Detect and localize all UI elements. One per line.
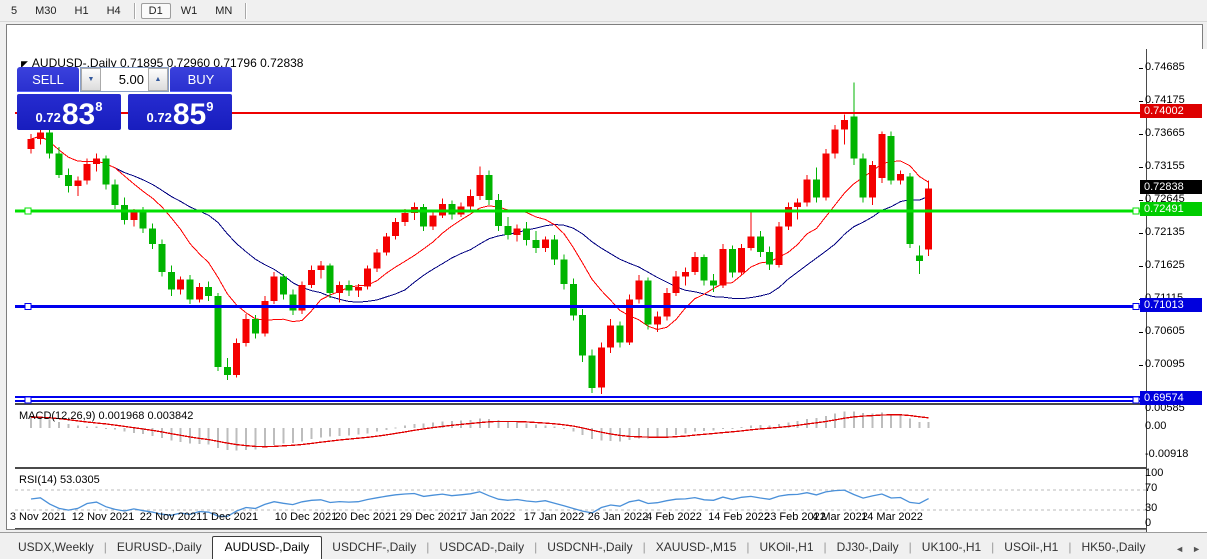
buy-price[interactable]: 0.72 85 9 bbox=[128, 94, 232, 130]
tab-usoil-h1[interactable]: USOil-,H1 bbox=[994, 537, 1068, 557]
y-tick-mark bbox=[1139, 101, 1143, 102]
buy-price-pip: 9 bbox=[206, 99, 213, 114]
volume-input[interactable] bbox=[101, 68, 148, 91]
x-axis-label: 22 Nov 2021 bbox=[140, 511, 202, 523]
sell-price-prefix: 0.72 bbox=[36, 110, 61, 125]
y-tick-mark bbox=[1139, 365, 1143, 366]
sell-price[interactable]: 0.72 83 8 bbox=[17, 94, 121, 130]
y-tick-mark bbox=[1139, 233, 1143, 234]
tab-usdchf-daily[interactable]: USDCHF-,Daily bbox=[322, 537, 426, 557]
tab-scroll-arrows: ◄► bbox=[1175, 544, 1201, 557]
rsi-axis-label: 30 bbox=[1145, 502, 1157, 514]
y-tick-mark bbox=[1139, 266, 1143, 267]
trade-panel: SELL ▼ ▲ BUY 0.72 83 8 0.72 85 9 bbox=[17, 67, 232, 130]
rsi-label: RSI(14) 53.0305 bbox=[19, 474, 100, 486]
tab-scroll-right-button[interactable]: ► bbox=[1192, 544, 1201, 554]
x-axis-label: 10 Dec 2021 bbox=[275, 511, 337, 523]
x-axis-label: 14 Feb 2022 bbox=[708, 511, 770, 523]
tab-eurusd-daily[interactable]: EURUSD-,Daily bbox=[107, 537, 212, 557]
buy-button[interactable]: BUY bbox=[170, 67, 232, 92]
y-tick-mark bbox=[1139, 68, 1143, 69]
macd-main-value: 0.001968 bbox=[98, 410, 144, 422]
price-badge: 0.69574 bbox=[1140, 391, 1202, 405]
timeframe-mn[interactable]: MN bbox=[207, 3, 240, 19]
price-badge: 0.72491 bbox=[1140, 202, 1202, 216]
timeframe-w1[interactable]: W1 bbox=[173, 3, 206, 19]
buy-price-prefix: 0.72 bbox=[147, 110, 172, 125]
toolbar-separator bbox=[245, 3, 247, 19]
toolbar-separator bbox=[134, 3, 136, 19]
y-tick-mark bbox=[1139, 332, 1143, 333]
macd-label: MACD(12,26,9) 0.001968 0.003842 bbox=[19, 410, 193, 422]
rsi-axis-label: 0 bbox=[1145, 517, 1151, 529]
macd-axis-label: 0.00 bbox=[1145, 420, 1166, 432]
timeframe-h1[interactable]: H1 bbox=[67, 3, 97, 19]
x-axis-label: 12 Nov 2021 bbox=[72, 511, 134, 523]
volume-increase-button[interactable]: ▲ bbox=[148, 68, 168, 91]
y-tick-mark bbox=[1139, 200, 1143, 201]
x-axis-label: 14 Mar 2022 bbox=[861, 511, 923, 523]
price-badge: 0.71013 bbox=[1140, 298, 1202, 312]
tab-hk50-daily[interactable]: HK50-,Daily bbox=[1071, 537, 1155, 557]
tab-dj30-daily[interactable]: DJ30-,Daily bbox=[827, 537, 909, 557]
x-axis-label: 20 Dec 2021 bbox=[335, 511, 397, 523]
sell-button[interactable]: SELL bbox=[17, 67, 79, 92]
chart-window: ◤AUDUSD-,Daily 0.71895 0.72960 0.71796 0… bbox=[6, 24, 1203, 530]
x-axis-label: 1 Dec 2021 bbox=[202, 511, 258, 523]
tab-usdx-weekly[interactable]: USDX,Weekly bbox=[8, 537, 104, 557]
timeframe-d1[interactable]: D1 bbox=[141, 3, 171, 19]
rsi-axis-label: 70 bbox=[1145, 482, 1157, 494]
x-axis-label: 17 Jan 2022 bbox=[524, 511, 585, 523]
x-axis-label: 4 Feb 2022 bbox=[646, 511, 702, 523]
macd-signal-value: 0.003842 bbox=[147, 410, 193, 422]
volume-decrease-button[interactable]: ▼ bbox=[81, 68, 101, 91]
y-tick-label: 0.73155 bbox=[1145, 160, 1185, 172]
price-badge: 0.72838 bbox=[1140, 180, 1202, 194]
timeframe-h4[interactable]: H4 bbox=[99, 3, 129, 19]
y-tick-label: 0.70095 bbox=[1145, 358, 1185, 370]
y-tick-label: 0.73665 bbox=[1145, 127, 1185, 139]
tab-usdcad-daily[interactable]: USDCAD-,Daily bbox=[429, 537, 534, 557]
macd-axis-label: -0.00918 bbox=[1145, 448, 1188, 460]
tab-uk100-h1[interactable]: UK100-,H1 bbox=[912, 537, 991, 557]
y-tick-label: 0.71625 bbox=[1145, 259, 1185, 271]
x-axis-label: 3 Nov 2021 bbox=[10, 511, 66, 523]
tab-audusd-daily[interactable]: AUDUSD-,Daily bbox=[212, 536, 323, 559]
tab-scroll-left-button[interactable]: ◄ bbox=[1175, 544, 1184, 554]
sell-price-main: 83 bbox=[62, 102, 95, 128]
tab-usdcnh-daily[interactable]: USDCNH-,Daily bbox=[537, 537, 642, 557]
sell-price-pip: 8 bbox=[95, 99, 102, 114]
tab-ukoil-h1[interactable]: UKOil-,H1 bbox=[750, 537, 824, 557]
x-axis-label: 26 Jan 2022 bbox=[588, 511, 649, 523]
buy-price-main: 85 bbox=[173, 102, 206, 128]
y-tick-mark bbox=[1139, 134, 1143, 135]
price-badge: 0.74002 bbox=[1140, 104, 1202, 118]
tab-xauusd-m15[interactable]: XAUUSD-,M15 bbox=[646, 537, 747, 557]
x-axis-label: 4 Mar 2022 bbox=[812, 511, 868, 523]
tab-bar: USDX,Weekly|EURUSD-,DailyAUDUSD-,DailyUS… bbox=[0, 532, 1207, 559]
y-tick-mark bbox=[1139, 167, 1143, 168]
rsi-value: 53.0305 bbox=[60, 474, 100, 486]
y-tick-label: 0.72135 bbox=[1145, 226, 1185, 238]
timeframe-m30[interactable]: M30 bbox=[27, 3, 64, 19]
y-tick-label: 0.70605 bbox=[1145, 325, 1185, 337]
rsi-axis-label: 100 bbox=[1145, 467, 1163, 479]
x-axis-label: 29 Dec 2021 bbox=[400, 511, 462, 523]
timeframe-5[interactable]: 5 bbox=[3, 3, 25, 19]
x-axis-label: 7 Jan 2022 bbox=[461, 511, 515, 523]
timeframe-toolbar: 5M30H1H4 D1W1MN bbox=[0, 0, 1207, 22]
y-tick-label: 0.74685 bbox=[1145, 61, 1185, 73]
